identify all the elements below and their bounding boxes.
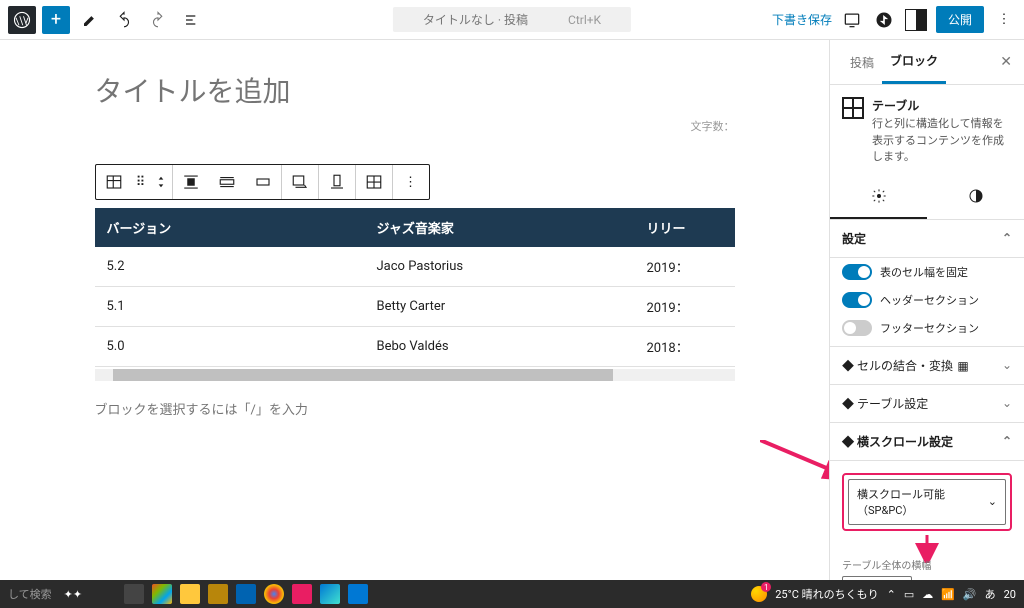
block-type-name: テーブル bbox=[872, 97, 1012, 114]
preview-icon[interactable] bbox=[840, 8, 864, 32]
publish-button[interactable]: 公開 bbox=[936, 6, 984, 33]
block-appender-hint[interactable]: ブロックを選択するには「/」を入力 bbox=[95, 399, 735, 418]
taskbar-app[interactable] bbox=[348, 584, 368, 604]
styles-subtab[interactable] bbox=[927, 178, 1024, 219]
width-field-label: テーブル全体の横幅 bbox=[842, 557, 1012, 572]
close-sidebar-icon[interactable]: ✕ bbox=[1000, 54, 1012, 70]
settings-subtab[interactable] bbox=[830, 178, 927, 219]
settings-panel-header[interactable]: 設定 ⌃ bbox=[830, 220, 1024, 258]
block-description: 行と列に構造化して情報を表示するコンテンツを作成します。 bbox=[872, 116, 1012, 166]
taskbar-app[interactable] bbox=[124, 584, 144, 604]
sidebar-scrollbar[interactable] bbox=[829, 40, 830, 580]
table-block[interactable]: バージョン ジャズ音楽家 リリー 5.2Jaco Pastorius2019： … bbox=[95, 208, 735, 381]
taskbar-app[interactable] bbox=[208, 584, 228, 604]
horizontal-scrollbar[interactable] bbox=[95, 369, 735, 381]
add-block-button[interactable]: + bbox=[42, 6, 70, 34]
ime-indicator[interactable]: あ bbox=[985, 586, 996, 602]
tray-chevron-icon[interactable]: ⌃ bbox=[887, 588, 896, 601]
weather-widget[interactable]: 1 bbox=[751, 586, 767, 602]
redo-icon[interactable] bbox=[144, 6, 172, 34]
table-row: 5.1Betty Carter2019： bbox=[95, 287, 735, 327]
toggle-fixed-width[interactable] bbox=[842, 264, 872, 280]
outline-icon[interactable] bbox=[178, 6, 206, 34]
taskbar-app[interactable] bbox=[264, 584, 284, 604]
toggle-header-section[interactable] bbox=[842, 292, 872, 308]
table-header[interactable]: ジャズ音楽家 bbox=[365, 208, 635, 247]
document-title-bar[interactable]: タイトルなし · 投稿 Ctrl+K bbox=[393, 7, 631, 32]
block-more-icon[interactable]: ⋮ bbox=[393, 165, 429, 199]
taskbar-app[interactable] bbox=[292, 584, 312, 604]
taskbar-app[interactable] bbox=[180, 584, 200, 604]
highlight-select: 横スクロール可能（SP&PC） ⌄ bbox=[842, 473, 1012, 531]
table-row: 5.0Bebo Valdés2018： bbox=[95, 327, 735, 367]
hscroll-mode-select[interactable]: 横スクロール可能（SP&PC） ⌄ bbox=[848, 479, 1006, 525]
grid-icon: ▦ bbox=[956, 359, 970, 373]
drag-handle-icon[interactable]: ⠿ bbox=[132, 165, 150, 199]
settings-sidebar: 投稿 ブロック ✕ テーブル 行と列に構造化して情報を表示するコンテンツを作成し… bbox=[829, 40, 1024, 580]
taskbar-app[interactable] bbox=[236, 584, 256, 604]
save-draft-link[interactable]: 下書き保存 bbox=[772, 11, 832, 28]
column-icon[interactable] bbox=[319, 165, 355, 199]
annotation-arrow bbox=[760, 440, 829, 510]
table-header[interactable]: リリー bbox=[635, 208, 735, 247]
panel-merge[interactable]: ◆ セルの結合・変換 ▦⌄ bbox=[830, 347, 1024, 385]
word-count-label: 文字数： bbox=[95, 118, 735, 134]
taskbar-search[interactable]: して検索 bbox=[8, 586, 52, 602]
editor-canvas: タイトルを追加 文字数： ⠿ bbox=[0, 40, 829, 580]
panel-table-settings[interactable]: ◆ テーブル設定⌄ bbox=[830, 385, 1024, 423]
caption-icon[interactable] bbox=[282, 165, 318, 199]
align-none-icon[interactable] bbox=[173, 165, 209, 199]
block-type-icon[interactable] bbox=[96, 165, 132, 199]
tray-onedrive-icon[interactable]: ☁ bbox=[922, 588, 933, 601]
toggle-footer-section[interactable] bbox=[842, 320, 872, 336]
chevron-up-icon: ⌃ bbox=[1002, 231, 1012, 245]
volume-icon[interactable]: 🔊 bbox=[963, 588, 977, 601]
tab-post[interactable]: 投稿 bbox=[842, 42, 882, 83]
windows-taskbar: して検索 ✦✦ 1 25°C 晴れのちくもり ⌃ ▭ ☁ 📶 🔊 あ 20 bbox=[0, 580, 1024, 608]
edit-icon[interactable] bbox=[76, 6, 104, 34]
top-toolbar: + タイトルなし · 投稿 Ctrl+K 下書き保存 公開 ⋮ bbox=[0, 0, 1024, 40]
move-up-down-icon[interactable] bbox=[150, 165, 172, 199]
chevron-down-icon: ⌄ bbox=[1002, 358, 1012, 372]
document-title: タイトルなし · 投稿 bbox=[423, 11, 528, 28]
taskbar-app[interactable] bbox=[152, 584, 172, 604]
notification-count[interactable]: 20 bbox=[1004, 588, 1016, 601]
post-title-input[interactable]: タイトルを追加 bbox=[95, 70, 735, 110]
sidebar-toggle-icon[interactable] bbox=[904, 8, 928, 32]
shortcut-hint: Ctrl+K bbox=[568, 13, 601, 27]
taskbar-app[interactable] bbox=[320, 584, 340, 604]
sparkle-icon[interactable]: ✦✦ bbox=[64, 588, 82, 601]
row-icon[interactable] bbox=[356, 165, 392, 199]
panel-hscroll[interactable]: ◆ 横スクロール設定⌃ bbox=[830, 423, 1024, 461]
chevron-up-icon: ⌃ bbox=[1002, 434, 1012, 448]
table-header[interactable]: バージョン bbox=[95, 208, 365, 247]
align-wide-icon[interactable] bbox=[209, 165, 245, 199]
tab-block[interactable]: ブロック bbox=[882, 40, 946, 84]
undo-icon[interactable] bbox=[110, 6, 138, 34]
table-row: 5.2Jaco Pastorius2019： bbox=[95, 247, 735, 287]
align-full-icon[interactable] bbox=[245, 165, 281, 199]
wordpress-logo[interactable] bbox=[8, 6, 36, 34]
more-menu-icon[interactable]: ⋮ bbox=[992, 8, 1016, 32]
jetpack-icon[interactable] bbox=[872, 8, 896, 32]
tray-icon[interactable]: ▭ bbox=[904, 588, 914, 601]
table-block-icon bbox=[842, 97, 864, 119]
block-toolbar: ⠿ ⋮ bbox=[95, 164, 430, 200]
wifi-icon[interactable]: 📶 bbox=[941, 588, 955, 601]
chevron-down-icon: ⌄ bbox=[988, 495, 997, 508]
